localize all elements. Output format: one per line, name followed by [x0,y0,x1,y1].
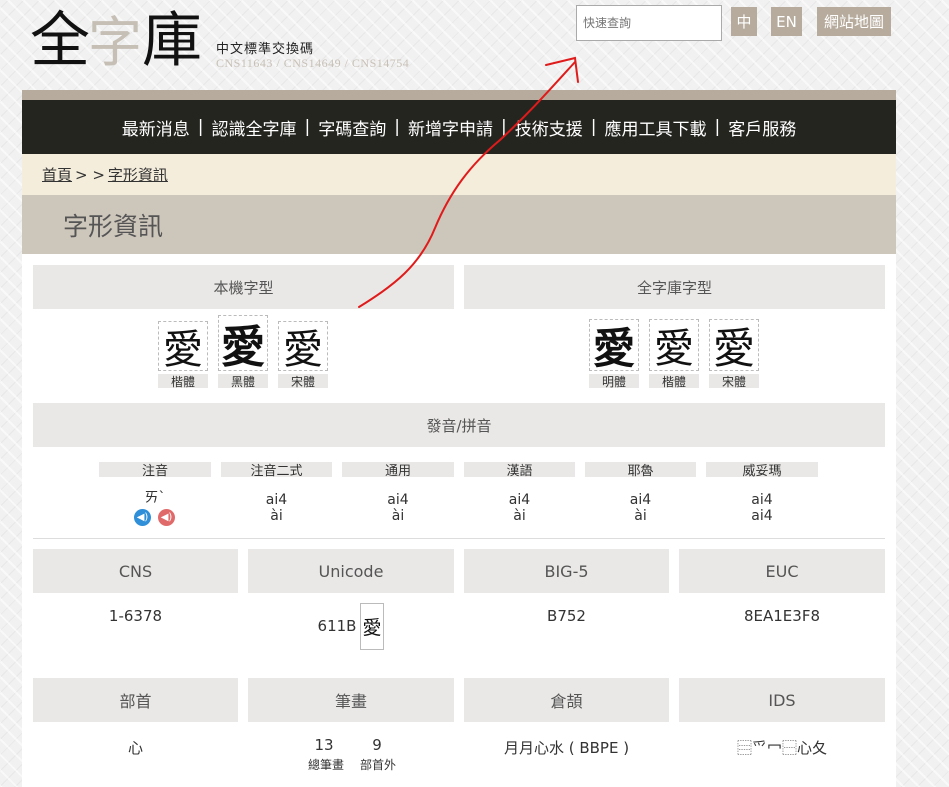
annotation-arrow-icon [358,56,579,308]
